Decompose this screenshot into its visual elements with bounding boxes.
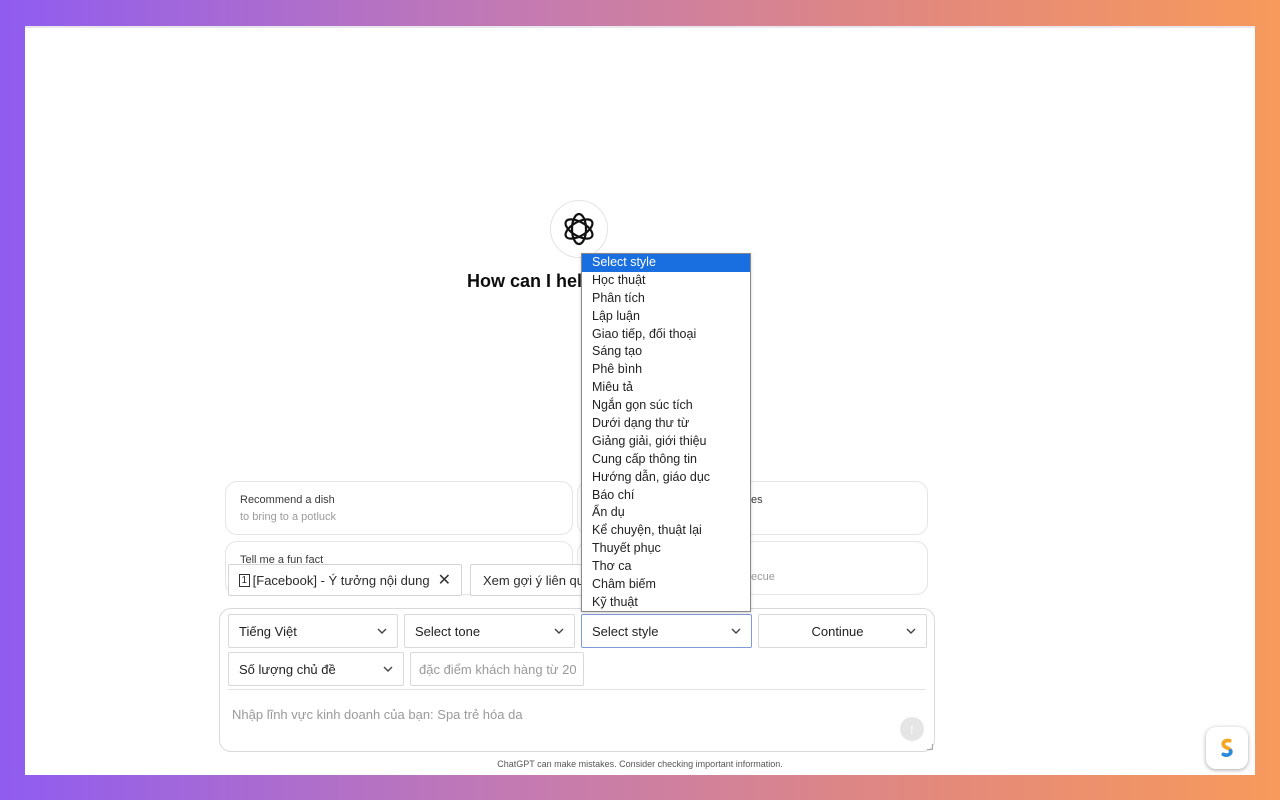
style-option[interactable]: Lập luận	[582, 308, 750, 326]
language-select[interactable]: Tiếng Việt	[228, 614, 398, 648]
chip-label: [Facebook] - Ý tưởng nội dung	[252, 572, 430, 588]
style-option[interactable]: Báo chí	[582, 487, 750, 505]
style-option[interactable]: Kỹ thuật	[582, 594, 750, 612]
style-option[interactable]: Giao tiếp, đối thoại	[582, 326, 750, 344]
style-option[interactable]: Phân tích	[582, 290, 750, 308]
style-option[interactable]: Giảng giải, giới thiệu	[582, 433, 750, 451]
style-option[interactable]: Ngắn gọn súc tích	[582, 397, 750, 415]
card-subtitle: to bring to a potluck	[240, 511, 337, 523]
select-value: Select tone	[415, 623, 481, 639]
extension-logo-icon	[1221, 738, 1233, 757]
prompt-composer: Tiếng Việt Select tone Select style Cont…	[219, 608, 935, 752]
tone-select[interactable]: Select tone	[404, 614, 575, 648]
send-button[interactable]: ↑	[900, 717, 924, 741]
select-value: Tiếng Việt	[239, 623, 297, 639]
chip-label: Xem gợi ý liên qu	[483, 572, 582, 588]
input-value: đặc điểm khách hàng từ 20	[419, 661, 577, 677]
style-option[interactable]: Học thuật	[582, 272, 750, 290]
extension-fab-button[interactable]	[1206, 727, 1248, 769]
style-option[interactable]: Cung cấp thông tin	[582, 451, 750, 469]
style-option[interactable]: Phê bình	[582, 361, 750, 379]
chevron-down-icon	[554, 628, 564, 634]
style-option[interactable]: Châm biếm	[582, 576, 750, 594]
style-option[interactable]: Thuyết phục	[582, 540, 750, 558]
style-option[interactable]: Select style	[582, 254, 750, 272]
style-option[interactable]: Dưới dạng thư từ	[582, 415, 750, 433]
openai-logo	[550, 200, 608, 258]
customer-traits-input[interactable]: đặc điểm khách hàng từ 20	[410, 652, 584, 686]
message-input[interactable]: Nhập lĩnh vực kinh doanh của bạn: Spa tr…	[232, 707, 523, 722]
style-option[interactable]: Sáng tạo	[582, 343, 750, 361]
style-option[interactable]: Ẩn dụ	[582, 504, 750, 522]
facebook-content-idea-chip[interactable]: 1 [Facebook] - Ý tưởng nội dung ✕	[228, 564, 462, 596]
select-value: Số lượng chủ đề	[239, 661, 336, 677]
related-suggestions-chip[interactable]: Xem gợi ý liên qu	[470, 564, 582, 596]
composer-divider	[228, 689, 926, 690]
continue-select[interactable]: Continue	[758, 614, 927, 648]
close-icon[interactable]: ✕	[438, 570, 451, 590]
select-value: Select style	[592, 623, 659, 639]
arrow-up-icon: ↑	[908, 721, 916, 737]
suggestion-card-dish[interactable]: Recommend a dish to bring to a potluck	[225, 481, 573, 535]
resize-handle[interactable]	[927, 744, 933, 750]
number-one-icon: 1	[239, 573, 250, 587]
style-select[interactable]: Select style	[581, 614, 752, 648]
select-value: Continue	[811, 623, 864, 639]
style-dropdown-list[interactable]: Select style Học thuật Phân tích Lập luận Gi…	[581, 253, 751, 612]
style-option[interactable]: Thơ ca	[582, 558, 750, 576]
chat-app-window: How can I hel Recommend a dish to bring …	[25, 26, 1255, 775]
chevron-down-icon	[906, 628, 916, 634]
chevron-down-icon	[383, 666, 393, 672]
card-title: es	[751, 494, 763, 506]
card-title: Recommend a dish	[240, 494, 335, 506]
style-option[interactable]: Kể chuyện, thuật lại	[582, 522, 750, 540]
card-subtitle: ecue	[751, 571, 775, 583]
style-option[interactable]: Miêu tả	[582, 379, 750, 397]
chevron-down-icon	[377, 628, 387, 634]
style-option[interactable]: Hướng dẫn, giáo dục	[582, 469, 750, 487]
topic-count-select[interactable]: Số lượng chủ đề	[228, 652, 404, 686]
chevron-down-icon	[731, 628, 741, 634]
disclaimer-text: ChatGPT can make mistakes. Consider chec…	[497, 759, 783, 769]
openai-logo-icon	[564, 212, 594, 246]
